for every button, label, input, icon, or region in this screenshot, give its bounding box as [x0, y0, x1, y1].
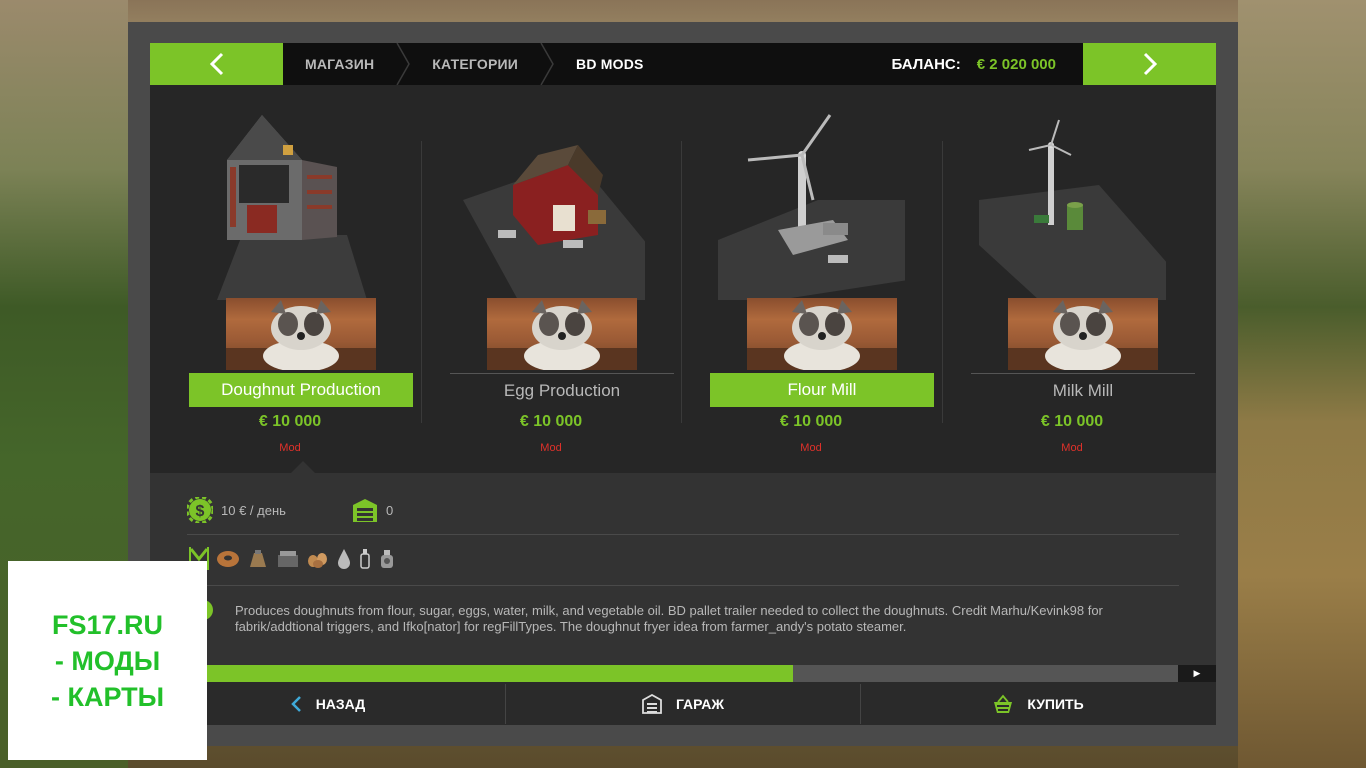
garage-icon — [353, 499, 377, 522]
selection-pointer — [291, 461, 315, 473]
upkeep-stat: $ 10 € / день — [187, 497, 286, 523]
milk-icon — [360, 549, 370, 569]
breadcrumb-separator-icon — [540, 43, 554, 85]
puppy-photo — [1008, 298, 1158, 370]
scrollbar-fill — [150, 665, 793, 682]
chevron-left-icon — [290, 695, 301, 712]
watermark-line: FS17.RU — [51, 609, 164, 640]
milk-mill-preview — [979, 119, 1166, 300]
doughnut-factory-preview — [217, 115, 367, 300]
list-scrollbar[interactable] — [150, 665, 1178, 682]
shop-item[interactable]: Doughnut Production € 10 000 Mod — [160, 85, 420, 473]
sugar-icon — [278, 551, 298, 567]
shop-item[interactable]: Milk Mill € 10 000 Mod — [942, 85, 1202, 473]
flour-mill-preview — [718, 114, 905, 300]
item-price: € 10 000 — [258, 413, 322, 430]
dollar-gear-icon: $ — [187, 497, 213, 523]
bottom-bar: НАЗАД ГАРАЖ КУПИТЬ — [150, 682, 1216, 725]
item-price: € 10 000 — [1040, 413, 1104, 430]
upkeep-value: 10 € / день — [221, 502, 286, 518]
garage-icon — [642, 693, 662, 714]
breadcrumb-shop[interactable]: МАГАЗИН — [283, 43, 396, 85]
breadcrumb-current: BD MODS — [576, 56, 644, 72]
balance-value: € 2 020 000 — [976, 55, 1056, 73]
egg-farm-preview — [463, 145, 645, 300]
basket-icon — [994, 694, 1013, 713]
item-tag: Mod — [540, 442, 562, 454]
chevron-right-icon — [1143, 52, 1157, 76]
capacity-stat: 0 — [352, 497, 393, 523]
item-name[interactable]: Flour Mill — [710, 373, 934, 407]
item-description: Produces doughnuts from flour, sugar, eg… — [235, 603, 1103, 634]
doughnut-icon — [217, 551, 239, 567]
item-list: Doughnut Production € 10 000 Mod Egg Pro… — [150, 85, 1216, 473]
site-watermark: FS17.RU - МОДЫ - КАРТЫ — [8, 561, 207, 760]
item-price: € 10 000 — [519, 413, 583, 430]
item-name[interactable]: Doughnut Production — [189, 373, 413, 407]
back-label: НАЗАД — [315, 695, 366, 712]
water-icon — [338, 549, 350, 569]
buy-label: КУПИТЬ — [1027, 695, 1084, 712]
breadcrumb: МАГАЗИН КАТЕГОРИИ BD MODS — [283, 43, 666, 85]
flour-icon — [250, 550, 266, 567]
puppy-photo — [226, 298, 376, 370]
breadcrumb-separator-icon — [396, 43, 411, 85]
next-category-button[interactable] — [1083, 43, 1216, 85]
watermark-line: - МОДЫ — [54, 645, 161, 676]
item-tag: Mod — [1061, 442, 1083, 454]
details-divider — [187, 534, 1179, 535]
background-right — [1238, 0, 1366, 768]
eggs-icon — [308, 553, 327, 568]
puppy-photo — [747, 298, 897, 370]
puppy-photo — [487, 298, 637, 370]
garage-button[interactable]: ГАРАЖ — [506, 682, 860, 725]
item-price: € 10 000 — [779, 413, 843, 430]
capacity-value: 0 — [386, 502, 394, 518]
oil-icon — [381, 550, 393, 568]
buy-button[interactable]: КУПИТЬ — [861, 682, 1216, 725]
arrow-right-icon: ▶ — [1193, 668, 1201, 679]
chevron-left-icon — [209, 52, 223, 76]
watermark-line: - КАРТЫ — [50, 681, 165, 712]
breadcrumb-categories[interactable]: КАТЕГОРИИ — [410, 43, 540, 85]
shop-item[interactable]: Egg Production € 10 000 Mod — [421, 85, 681, 473]
item-name[interactable]: Egg Production — [450, 373, 674, 408]
balance-label: БАЛАНС: — [891, 55, 961, 73]
item-details: $ 10 € / день 0 Produces doughnuts from … — [150, 473, 1216, 665]
item-tag: Mod — [279, 442, 301, 454]
details-divider — [187, 585, 1179, 586]
previous-category-button[interactable] — [150, 43, 283, 85]
balance: БАЛАНС: € 2 020 000 — [892, 43, 1057, 85]
svg-text:$: $ — [196, 503, 205, 520]
garage-label: ГАРАЖ — [675, 695, 725, 712]
fill-types — [188, 545, 396, 571]
shop-item[interactable]: Flour Mill € 10 000 Mod — [681, 85, 941, 473]
top-bar: МАГАЗИН КАТЕГОРИИ BD MODS БАЛАНС: € 2 02… — [150, 43, 1216, 85]
item-name[interactable]: Milk Mill — [971, 373, 1195, 408]
item-tag: Mod — [800, 442, 822, 454]
scroll-right-button[interactable]: ▶ — [1178, 665, 1216, 682]
